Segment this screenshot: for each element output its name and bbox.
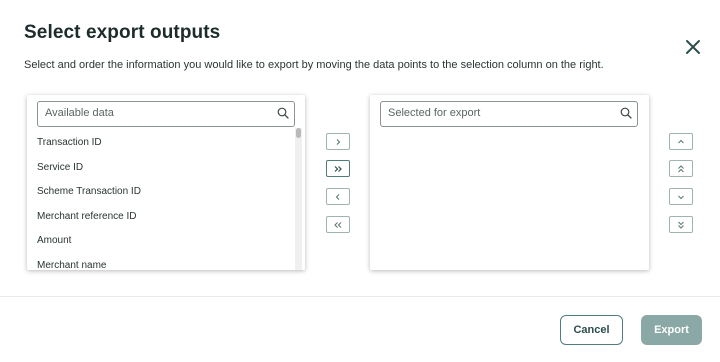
double-chevron-right-icon — [334, 165, 342, 172]
dialog-title: Select export outputs — [24, 22, 221, 43]
list-item[interactable]: Service ID — [37, 160, 292, 185]
move-right-button[interactable] — [326, 133, 350, 150]
selected-for-export-panel — [370, 95, 649, 270]
move-all-right-button[interactable] — [326, 160, 350, 177]
move-to-bottom-button[interactable] — [669, 216, 693, 233]
double-chevron-left-icon — [334, 221, 342, 228]
move-up-button[interactable] — [669, 133, 693, 150]
available-data-list: Transaction ID Service ID Scheme Transac… — [37, 135, 292, 270]
close-button[interactable] — [684, 38, 702, 56]
double-chevron-down-icon — [678, 221, 684, 229]
selected-search-box — [380, 101, 638, 127]
move-left-button[interactable] — [326, 188, 350, 205]
list-item[interactable]: Merchant name — [37, 258, 292, 270]
chevron-left-icon — [335, 193, 340, 200]
export-dialog: Select export outputs Select and order t… — [0, 0, 720, 362]
search-icon[interactable] — [620, 107, 632, 119]
chevron-up-icon — [678, 139, 684, 143]
move-down-button[interactable] — [669, 188, 693, 205]
footer-divider — [0, 296, 720, 297]
move-all-left-button[interactable] — [326, 216, 350, 233]
dialog-subtitle: Select and order the information you wou… — [24, 59, 604, 71]
list-item[interactable]: Amount — [37, 233, 292, 258]
search-icon[interactable] — [277, 107, 289, 119]
available-search-box — [37, 101, 295, 127]
available-list-scrollbar[interactable] — [295, 128, 302, 270]
list-item[interactable]: Transaction ID — [37, 135, 292, 160]
move-to-top-button[interactable] — [669, 160, 693, 177]
scrollbar-thumb[interactable] — [296, 128, 301, 138]
chevron-right-icon — [336, 138, 341, 145]
chevron-down-icon — [678, 195, 684, 199]
available-search-input[interactable] — [38, 102, 265, 124]
list-item[interactable]: Scheme Transaction ID — [37, 184, 292, 209]
close-icon — [686, 40, 700, 54]
selected-search-input[interactable] — [381, 102, 608, 124]
export-button[interactable]: Export — [641, 315, 702, 345]
cancel-button[interactable]: Cancel — [560, 315, 623, 345]
list-item[interactable]: Merchant reference ID — [37, 209, 292, 234]
available-data-panel: Transaction ID Service ID Scheme Transac… — [27, 95, 305, 270]
double-chevron-up-icon — [678, 164, 684, 172]
